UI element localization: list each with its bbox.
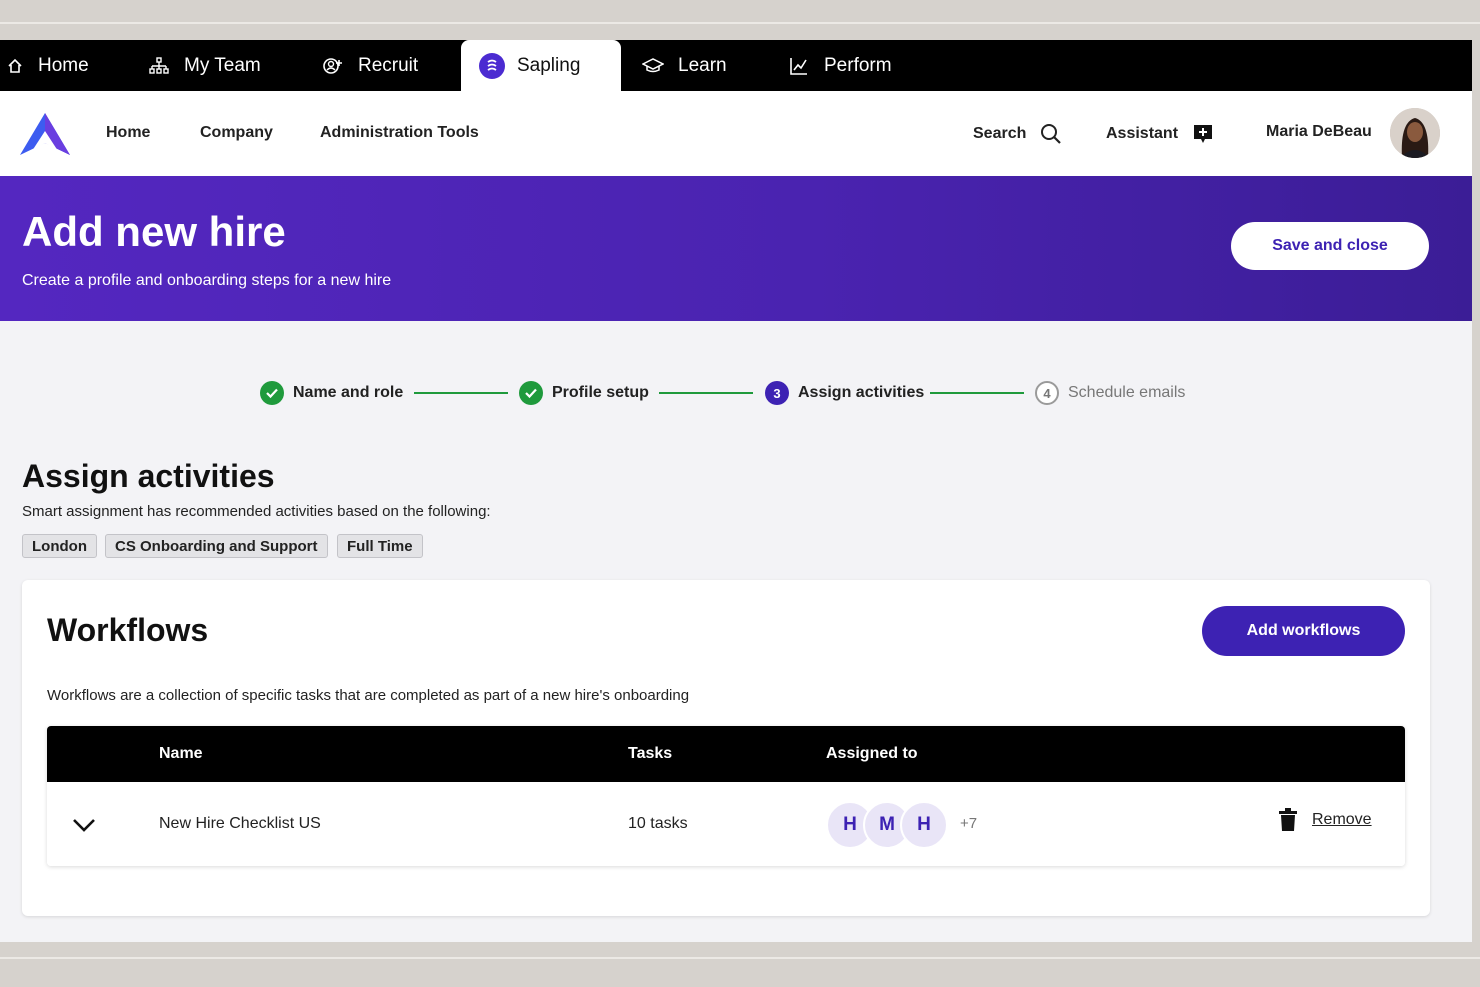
app-tab-label: Learn: [678, 54, 727, 76]
graduation-cap-icon: [642, 55, 664, 77]
team-icon: [148, 55, 170, 77]
remove-label: Remove: [1312, 811, 1372, 828]
step-label: Profile setup: [552, 384, 649, 401]
nav-administration-tools[interactable]: Administration Tools: [320, 124, 479, 142]
nav-company[interactable]: Company: [200, 124, 273, 142]
app-tab-sapling[interactable]: Sapling: [461, 40, 621, 91]
workflows-description: Workflows are a collection of specific t…: [47, 687, 690, 704]
company-logo[interactable]: [18, 111, 72, 157]
app-tab-home[interactable]: Home: [4, 40, 89, 91]
assignee-avatar[interactable]: H: [900, 801, 948, 849]
step-label: Assign activities: [798, 384, 925, 401]
user-name[interactable]: Maria DeBeau: [1266, 123, 1372, 141]
workflows-table: Name Tasks Assigned to New Hire Checklis…: [47, 726, 1405, 866]
frame-bottom-line: [0, 957, 1480, 959]
workflows-card: Workflows Add workflows Workflows are a …: [22, 580, 1430, 916]
tag-employment-type: Full Time: [337, 534, 423, 558]
progress-stepper: Name and role Profile setup 3 Assign act…: [0, 380, 1472, 406]
check-icon: [260, 381, 284, 405]
step-number: 3: [765, 381, 789, 405]
recruit-icon: [322, 55, 344, 77]
app-tab-learn[interactable]: Learn: [642, 40, 727, 91]
app-tab-bar: Home My Team Recruit Sapling Learn Perfo…: [0, 40, 1472, 91]
workflow-task-count: 10 tasks: [628, 815, 688, 832]
remove-workflow-button[interactable]: Remove: [1278, 808, 1372, 832]
table-header: Name Tasks Assigned to: [47, 726, 1405, 782]
workflows-title: Workflows: [47, 612, 209, 648]
app-tab-my-team[interactable]: My Team: [148, 40, 261, 91]
section-title: Assign activities: [22, 458, 275, 494]
main-navbar: Home Company Administration Tools Search…: [0, 91, 1472, 176]
step-label: Schedule emails: [1068, 384, 1186, 401]
add-workflows-button[interactable]: Add workflows: [1202, 606, 1405, 656]
save-and-close-button[interactable]: Save and close: [1231, 222, 1429, 270]
app-window: Home My Team Recruit Sapling Learn Perfo…: [0, 40, 1472, 942]
column-header-tasks[interactable]: Tasks: [628, 745, 672, 763]
sapling-icon: [479, 52, 505, 79]
nav-home[interactable]: Home: [106, 124, 150, 142]
search-label: Search: [973, 125, 1027, 142]
table-row[interactable]: New Hire Checklist US 10 tasks H M H +7 …: [47, 782, 1405, 866]
search-icon: [1040, 123, 1062, 145]
tag-department: CS Onboarding and Support: [105, 534, 328, 558]
app-tab-label: My Team: [184, 54, 261, 76]
assistant-button[interactable]: Assistant: [1106, 123, 1214, 145]
chevron-down-icon[interactable]: [71, 812, 97, 838]
tag-location: London: [22, 534, 97, 558]
search-button[interactable]: Search: [973, 123, 1062, 145]
app-tab-perform[interactable]: Perform: [788, 40, 892, 91]
home-icon: [4, 55, 26, 77]
frame-top-line: [0, 22, 1480, 24]
check-icon: [519, 381, 543, 405]
app-tab-label: Recruit: [358, 54, 419, 76]
app-tab-label: Home: [38, 54, 89, 76]
step-label: Name and role: [293, 384, 404, 401]
column-header-assigned-to[interactable]: Assigned to: [826, 745, 918, 763]
more-assignees-count[interactable]: +7: [960, 815, 977, 832]
avatar[interactable]: [1390, 108, 1440, 158]
app-tab-label: Sapling: [517, 54, 581, 76]
page-subtitle: Create a profile and onboarding steps fo…: [22, 272, 392, 289]
step-connector: [659, 392, 753, 394]
chart-icon: [788, 55, 810, 77]
step-connector: [930, 392, 1024, 394]
page-header-banner: Add new hire Create a profile and onboar…: [0, 176, 1472, 321]
column-header-name[interactable]: Name: [159, 745, 203, 763]
step-profile-setup[interactable]: Profile setup: [519, 380, 649, 406]
trash-icon: [1278, 808, 1298, 832]
step-number: 4: [1035, 381, 1059, 405]
step-assign-activities[interactable]: 3 Assign activities: [765, 380, 924, 406]
page-title: Add new hire: [22, 208, 286, 255]
app-tab-label: Perform: [824, 54, 892, 76]
assistant-icon: [1192, 123, 1214, 145]
assistant-label: Assistant: [1106, 125, 1179, 142]
step-name-and-role[interactable]: Name and role: [260, 380, 403, 406]
app-tab-recruit[interactable]: Recruit: [322, 40, 418, 91]
step-connector: [414, 392, 508, 394]
workflow-name: New Hire Checklist US: [159, 815, 321, 832]
section-description: Smart assignment has recommended activit…: [22, 503, 491, 520]
step-schedule-emails[interactable]: 4 Schedule emails: [1035, 380, 1185, 406]
